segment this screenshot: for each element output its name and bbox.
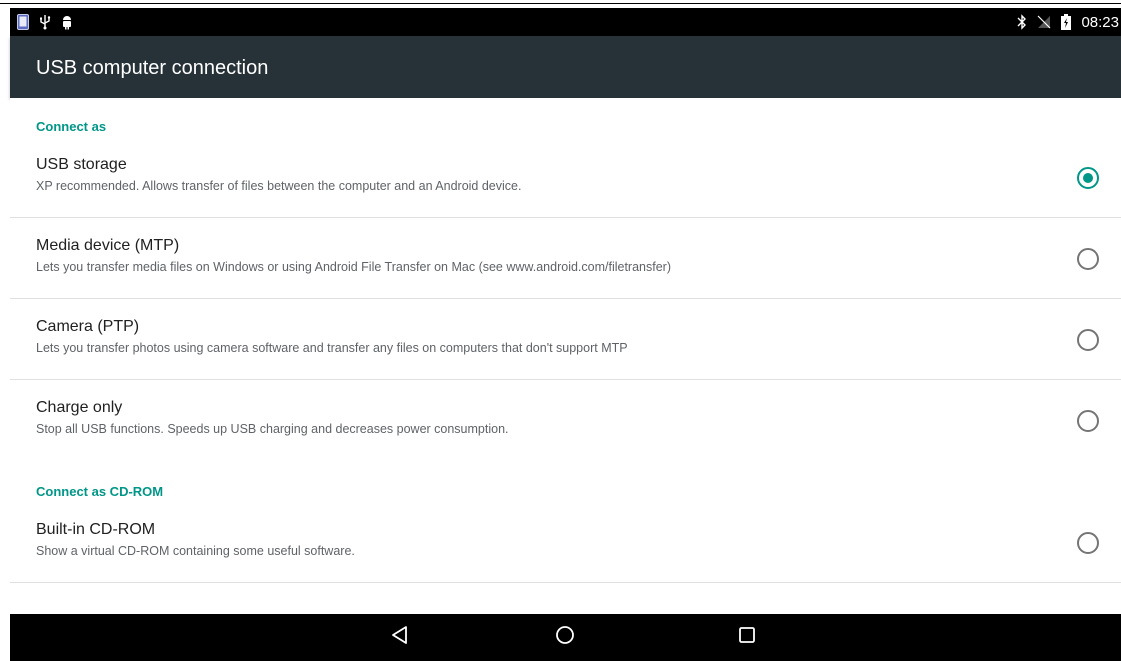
option-summary: Lets you transfer media files on Windows… <box>36 260 671 274</box>
clock: 08:23 <box>1081 13 1119 31</box>
bluetooth-icon <box>1015 13 1029 31</box>
radio-button-cdrom[interactable] <box>1077 532 1099 554</box>
navigation-bar <box>10 614 1121 661</box>
back-icon <box>390 625 410 650</box>
section-header-connect-as: Connect as <box>36 119 107 134</box>
option-summary: XP recommended. Allows transfer of files… <box>36 179 522 193</box>
option-summary: Show a virtual CD-ROM containing some us… <box>36 544 355 558</box>
divider <box>10 582 1121 583</box>
recents-button[interactable] <box>717 614 777 661</box>
radio-button-usb-storage[interactable] <box>1077 167 1099 189</box>
tablet-icon <box>16 13 30 31</box>
radio-button-ptp[interactable] <box>1077 329 1099 351</box>
option-summary: Stop all USB functions. Speeds up USB ch… <box>36 422 509 436</box>
usb-icon <box>38 13 52 31</box>
option-usb-storage[interactable]: USB storage XP recommended. Allows trans… <box>10 136 1121 217</box>
option-charge-only[interactable]: Charge only Stop all USB functions. Spee… <box>10 379 1121 460</box>
option-media-device-mtp[interactable]: Media device (MTP) Lets you transfer med… <box>10 217 1121 298</box>
radio-button-mtp[interactable] <box>1077 248 1099 270</box>
option-camera-ptp[interactable]: Camera (PTP) Lets you transfer photos us… <box>10 298 1121 379</box>
android-debug-icon <box>60 13 74 31</box>
status-bar: 08:23 <box>10 8 1121 36</box>
recents-icon <box>738 626 756 649</box>
option-title: Charge only <box>36 399 123 416</box>
section-header-connect-as-cdrom: Connect as CD-ROM <box>36 484 164 499</box>
back-button[interactable] <box>370 614 430 661</box>
settings-list: Connect as USB storage XP recommended. A… <box>10 98 1121 614</box>
option-title: Camera (PTP) <box>36 318 140 335</box>
page-title: USB computer connection <box>36 57 269 79</box>
app-bar: USB computer connection <box>10 36 1121 98</box>
home-button[interactable] <box>535 614 595 661</box>
radio-button-charge-only[interactable] <box>1077 410 1099 432</box>
no-signal-icon <box>1037 13 1051 31</box>
option-built-in-cdrom[interactable]: Built-in CD-ROM Show a virtual CD-ROM co… <box>10 501 1121 582</box>
option-title: Media device (MTP) <box>36 237 180 254</box>
battery-charging-icon <box>1059 13 1073 31</box>
option-summary: Lets you transfer photos using camera so… <box>36 341 628 355</box>
status-notifications <box>16 13 74 31</box>
status-system: 08:23 <box>1015 12 1119 32</box>
screen-top-border <box>0 0 1121 7</box>
home-icon <box>555 625 575 650</box>
option-title: USB storage <box>36 156 127 173</box>
option-title: Built-in CD-ROM <box>36 521 156 538</box>
